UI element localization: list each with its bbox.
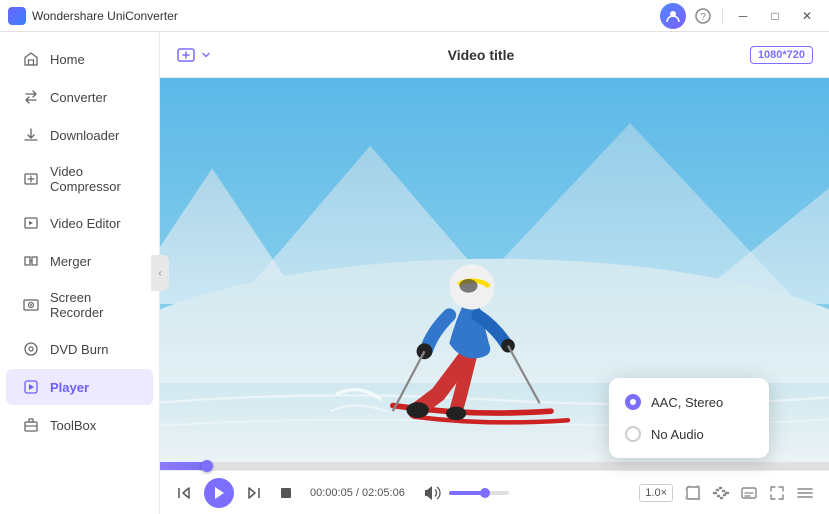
top-bar: Video title 1080*720	[160, 32, 829, 78]
sidebar-label-merger: Merger	[50, 254, 91, 269]
volume-icon[interactable]	[421, 481, 445, 505]
volume-area	[421, 481, 509, 505]
sidebar-collapse-button[interactable]: ‹	[151, 255, 169, 291]
dvd-burn-icon	[22, 340, 40, 358]
sidebar-item-home[interactable]: Home	[6, 41, 153, 77]
video-compressor-icon	[22, 170, 40, 188]
fullscreen-icon[interactable]	[765, 481, 789, 505]
toolbox-icon	[22, 416, 40, 434]
video-title: Video title	[448, 47, 515, 63]
title-bar-right: ? ─ □ ✕	[660, 3, 821, 29]
audio-option-no-audio[interactable]: No Audio	[609, 418, 769, 450]
sidebar-item-dvd-burn[interactable]: DVD Burn	[6, 331, 153, 367]
crop-icon[interactable]	[681, 481, 705, 505]
help-icon[interactable]: ?	[690, 3, 716, 29]
audio-label-no-audio: No Audio	[651, 427, 704, 442]
total-time: 02:05:06	[362, 487, 405, 499]
divider	[722, 8, 723, 24]
sidebar-item-video-compressor[interactable]: Video Compressor	[6, 155, 153, 203]
sidebar-item-converter[interactable]: Converter	[6, 79, 153, 115]
merger-icon	[22, 252, 40, 270]
more-options-icon[interactable]	[793, 481, 817, 505]
sidebar-label-converter: Converter	[50, 90, 107, 105]
stop-button[interactable]	[274, 481, 298, 505]
svg-text:?: ?	[700, 12, 706, 23]
home-icon	[22, 50, 40, 68]
video-editor-icon	[22, 214, 40, 232]
sidebar-item-video-editor[interactable]: Video Editor	[6, 205, 153, 241]
extra-controls	[681, 481, 817, 505]
downloader-icon	[22, 126, 40, 144]
sidebar-item-downloader[interactable]: Downloader	[6, 117, 153, 153]
controls-bar: 00:00:05 / 02:05:06 1.0×	[160, 470, 829, 514]
audio-dropdown: AAC, Stereo No Audio	[609, 378, 769, 458]
progress-thumb	[201, 460, 213, 472]
sidebar-item-screen-recorder[interactable]: Screen Recorder	[6, 281, 153, 329]
audio-label-aac-stereo: AAC, Stereo	[651, 395, 723, 410]
radio-no-audio	[625, 426, 641, 442]
minimize-button[interactable]: ─	[729, 6, 757, 26]
player-icon	[22, 378, 40, 396]
sidebar-label-downloader: Downloader	[50, 128, 119, 143]
volume-slider[interactable]	[449, 491, 509, 495]
app-title: Wondershare UniConverter	[32, 9, 178, 23]
add-file-button[interactable]	[176, 45, 212, 65]
play-button[interactable]	[204, 478, 234, 508]
maximize-button[interactable]: □	[761, 6, 789, 26]
progress-bar[interactable]	[160, 462, 829, 470]
volume-fill	[449, 491, 485, 495]
app-logo	[8, 7, 26, 25]
sidebar-label-player: Player	[50, 380, 89, 395]
sidebar-label-home: Home	[50, 52, 85, 67]
converter-icon	[22, 88, 40, 106]
audio-option-aac-stereo[interactable]: AAC, Stereo	[609, 386, 769, 418]
resolution-badge: 1080*720	[750, 46, 813, 64]
current-time: 00:00:05	[310, 487, 353, 499]
content-area: Video title 1080*720	[160, 32, 829, 514]
progress-fill	[160, 462, 207, 470]
main-layout: Home Converter Downloader Video Compress…	[0, 32, 829, 514]
title-bar-left: Wondershare UniConverter	[8, 7, 178, 25]
screen-recorder-icon	[22, 296, 40, 314]
time-display: 00:00:05 / 02:05:06	[310, 487, 405, 499]
sidebar-label-screen-recorder: Screen Recorder	[50, 290, 137, 320]
audio-tracks-icon[interactable]	[709, 481, 733, 505]
close-button[interactable]: ✕	[793, 6, 821, 26]
radio-aac-stereo	[625, 394, 641, 410]
skip-forward-button[interactable]	[242, 481, 266, 505]
user-avatar[interactable]	[660, 3, 686, 29]
sidebar-label-video-editor: Video Editor	[50, 216, 121, 231]
sidebar-item-toolbox[interactable]: ToolBox	[6, 407, 153, 443]
sidebar-label-video-compressor: Video Compressor	[50, 164, 137, 194]
subtitles-icon[interactable]	[737, 481, 761, 505]
sidebar-label-dvd-burn: DVD Burn	[50, 342, 109, 357]
title-bar: Wondershare UniConverter ? ─ □ ✕	[0, 0, 829, 32]
sidebar-label-toolbox: ToolBox	[50, 418, 96, 433]
skip-back-button[interactable]	[172, 481, 196, 505]
speed-selector[interactable]: 1.0×	[639, 484, 673, 502]
sidebar: Home Converter Downloader Video Compress…	[0, 32, 160, 514]
sidebar-item-merger[interactable]: Merger	[6, 243, 153, 279]
sidebar-item-player[interactable]: Player	[6, 369, 153, 405]
volume-thumb	[480, 488, 490, 498]
